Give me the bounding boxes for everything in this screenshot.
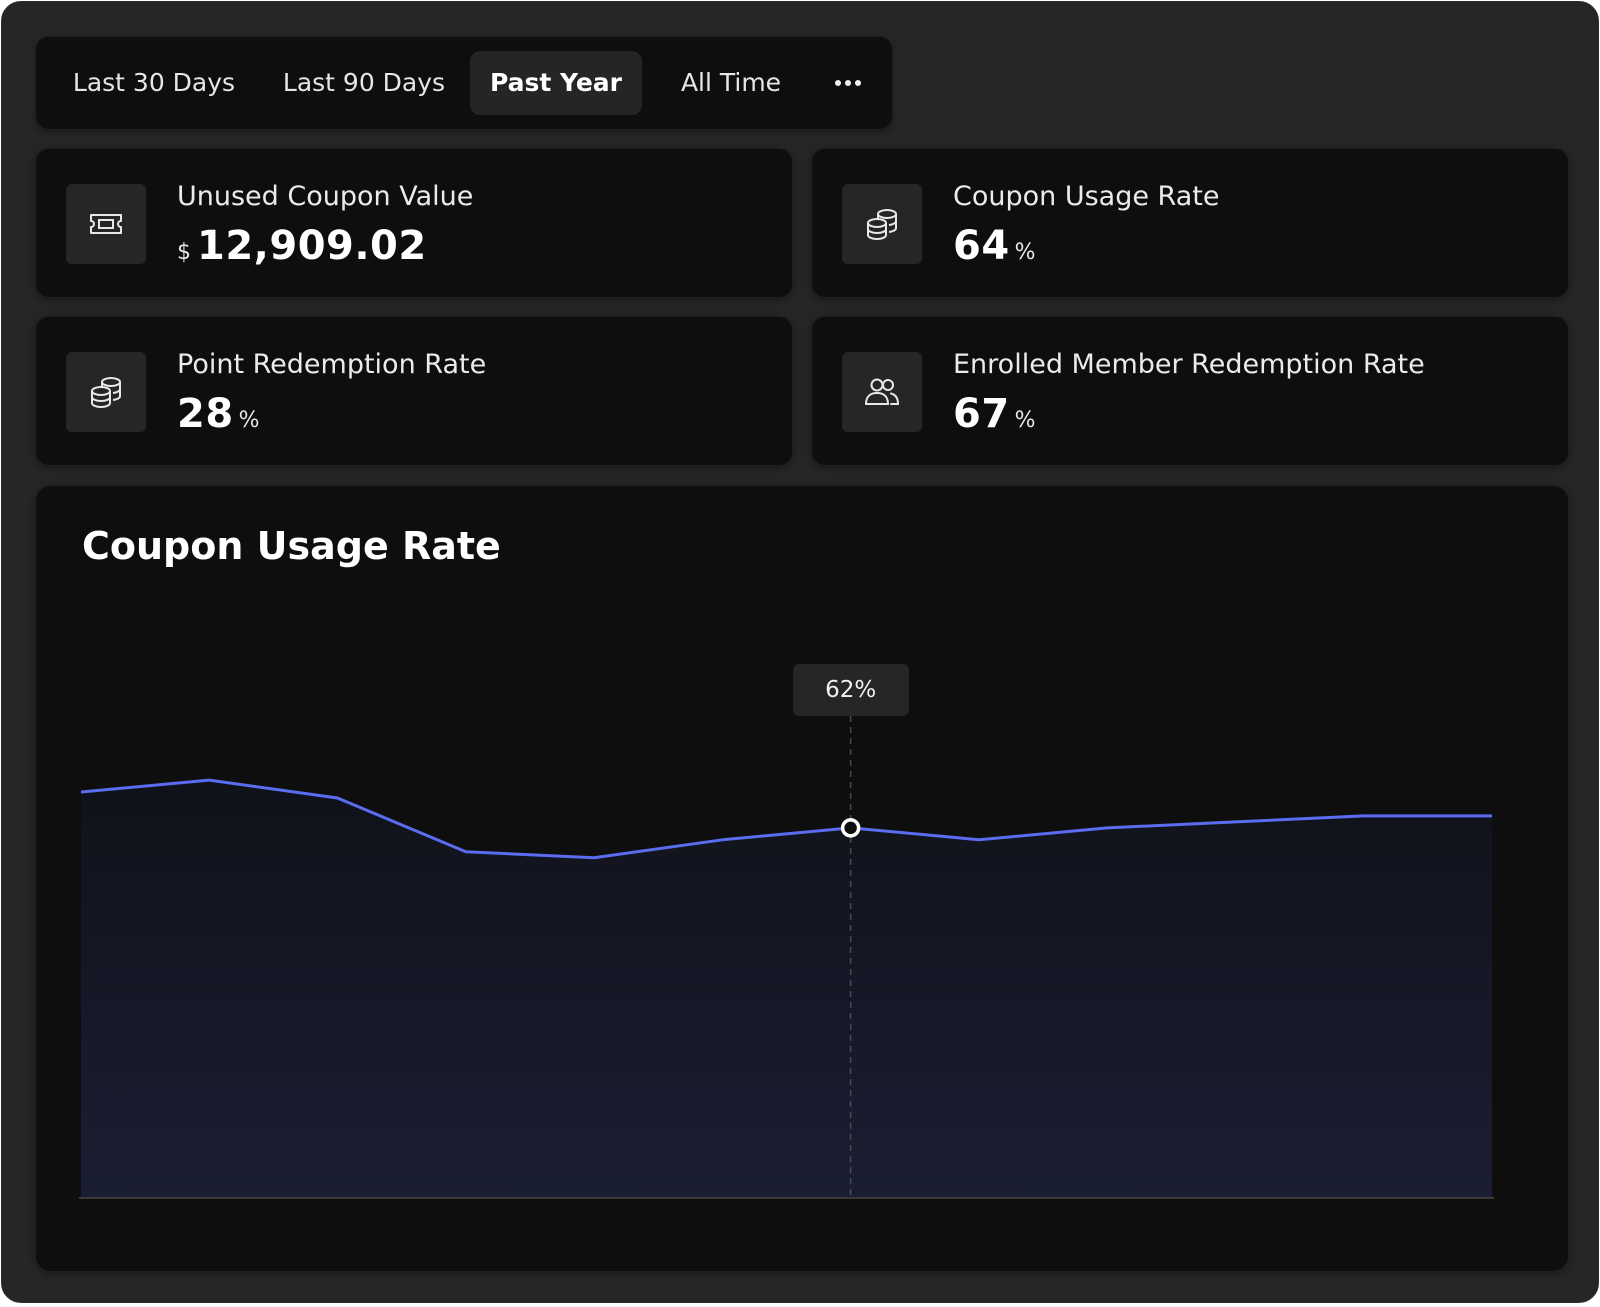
- coupon-usage-line-chart: [79, 716, 1494, 1199]
- card-label: Unused Coupon Value: [177, 181, 474, 212]
- tab-last-90-days[interactable]: Last 90 Days: [260, 51, 468, 115]
- dashboard-window: Last 30 Days Last 90 Days Past Year All …: [1, 1, 1599, 1303]
- card-unused-coupon-value: Unused Coupon Value $12,909.02: [35, 148, 793, 298]
- card-coupon-usage-rate: Coupon Usage Rate 64%: [811, 148, 1569, 298]
- card-value-unit: %: [1014, 240, 1036, 265]
- series-area: [81, 780, 1492, 1198]
- highlight-point[interactable]: [840, 818, 861, 838]
- card-label: Point Redemption Rate: [177, 349, 487, 380]
- card-value-number: 28: [177, 391, 234, 437]
- currency-symbol: $: [177, 240, 191, 265]
- card-value-number: 64: [953, 223, 1010, 269]
- tab-all-time[interactable]: All Time: [646, 51, 816, 115]
- card-label: Coupon Usage Rate: [953, 181, 1220, 212]
- more-horizontal-icon[interactable]: [822, 51, 874, 115]
- coins-icon: [66, 352, 146, 432]
- ticket-icon: [66, 184, 146, 264]
- tab-last-30-days[interactable]: Last 30 Days: [50, 51, 258, 115]
- card-enrolled-member-redemption-rate: Enrolled Member Redemption Rate 67%: [811, 316, 1569, 466]
- card-value: 28%: [177, 391, 260, 437]
- coupon-usage-chart-panel: Coupon Usage Rate 62%: [35, 485, 1569, 1272]
- card-value: $12,909.02: [177, 223, 427, 269]
- card-label: Enrolled Member Redemption Rate: [953, 349, 1425, 380]
- card-point-redemption-rate: Point Redemption Rate 28%: [35, 316, 793, 466]
- card-value-unit: %: [238, 408, 260, 433]
- tab-past-year[interactable]: Past Year: [470, 51, 642, 115]
- users-icon: [842, 352, 922, 432]
- card-value: 67%: [953, 391, 1036, 437]
- chart-tooltip: 62%: [792, 664, 909, 716]
- card-value-number: 12,909.02: [197, 223, 427, 269]
- coins-icon: [842, 184, 922, 264]
- card-value: 64%: [953, 223, 1036, 269]
- period-tabs: Last 30 Days Last 90 Days Past Year All …: [35, 36, 893, 130]
- card-value-unit: %: [1014, 408, 1036, 433]
- card-value-number: 67: [953, 391, 1010, 437]
